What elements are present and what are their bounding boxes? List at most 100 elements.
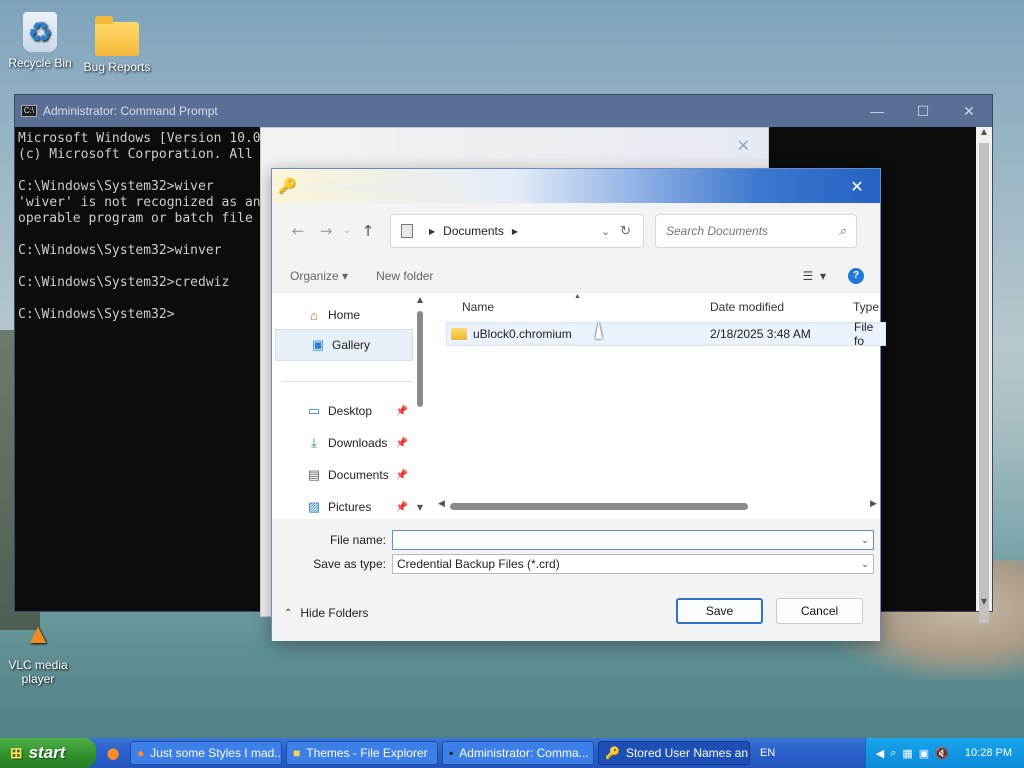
nav-item-home[interactable]: ⌂ Home [272, 299, 410, 331]
desktop-icon-vlc[interactable]: ▲ VLC media player [0, 614, 76, 686]
minimize-button[interactable]: — [854, 103, 900, 120]
nav-divider [282, 381, 412, 382]
file-list: ▲ Name Date modified Type uBlock0.chromi… [432, 293, 886, 519]
column-header-name[interactable]: Name [462, 300, 494, 314]
scroll-left-icon[interactable]: ◀ [438, 499, 445, 509]
search-icon[interactable]: ⌕ [890, 747, 896, 760]
back-arrow-icon[interactable]: ← [284, 222, 312, 240]
breadcrumb-documents[interactable]: Documents [443, 224, 504, 238]
cred-titlebar[interactable]: ✕ [261, 128, 768, 162]
dialog-titlebar[interactable]: 🔑 Save Backup File As ✕ [272, 169, 880, 203]
network-icon[interactable]: ▦ [902, 747, 912, 760]
task-button-file-explorer[interactable]: ■ Themes - File Explorer [286, 741, 438, 765]
start-button[interactable]: ⊞ start [0, 738, 96, 768]
command-bar: Organize ▾ New folder ☰ ▾ ? [272, 259, 880, 293]
desktop-icon-recycle-bin[interactable]: ♻ Recycle Bin [2, 12, 78, 70]
scroll-up-icon[interactable]: ▲ [414, 295, 426, 304]
horizontal-scrollbar[interactable]: ◀ ▶ [438, 499, 878, 511]
nav-item-gallery[interactable]: ▣ Gallery [275, 329, 413, 361]
maximize-button[interactable]: ☐ [900, 103, 946, 120]
close-button[interactable]: ✕ [834, 177, 880, 196]
close-button[interactable]: ✕ [737, 136, 750, 155]
cmd-title: Administrator: Command Prompt [43, 104, 218, 118]
breadcrumb-chevron-icon[interactable]: ▶ [512, 227, 518, 236]
scroll-up-icon[interactable]: ▲ [976, 127, 992, 141]
vlc-cone-icon: ▲ [24, 618, 52, 649]
column-header-type[interactable]: Type [853, 300, 879, 314]
sd-card-icon[interactable]: ▣ [919, 747, 929, 760]
save-type-row: Save as type: Credential Backup Files (*… [272, 553, 874, 575]
pin-icon: 📌 [395, 469, 408, 481]
nav-item-label: Pictures [328, 500, 372, 514]
nav-item-downloads[interactable]: ⤓ Downloads 📌 [272, 427, 410, 459]
pictures-icon: ▨ [307, 499, 321, 514]
system-tray: ◀ ⌕ ▦ ▣ 🔇 10:28 PM [864, 738, 1024, 768]
file-date: 2/18/2025 3:48 AM [710, 327, 811, 341]
nav-pane-scrollbar[interactable]: ▲ ▼ [414, 293, 426, 519]
volume-muted-icon[interactable]: 🔇 [935, 747, 949, 760]
dialog-footer: ⌃ Hide Folders Save Cancel [272, 589, 880, 641]
hide-folders-button[interactable]: ⌃ Hide Folders [284, 606, 368, 620]
save-form: File name: ⌄ Save as type: Credential Ba… [272, 519, 880, 589]
scroll-thumb[interactable] [979, 143, 989, 623]
file-name-input[interactable] [397, 533, 857, 547]
navigation-pane: ⌂ Home ▣ Gallery ▭ Desktop 📌 ⤓ Downloads… [272, 293, 432, 519]
help-icon[interactable]: ? [848, 267, 864, 284]
save-button[interactable]: Save [676, 598, 763, 624]
cmd-titlebar[interactable]: C:\ Administrator: Command Prompt — ☐ ✕ [15, 95, 992, 127]
key-icon: 🔑 [605, 746, 620, 760]
file-name-row: File name: ⌄ [272, 529, 874, 551]
new-folder-button[interactable]: New folder [376, 269, 433, 283]
column-header-date[interactable]: Date modified [710, 300, 784, 314]
firefox-icon[interactable]: ● [96, 744, 130, 762]
scroll-thumb[interactable] [450, 503, 748, 510]
folder-icon [451, 328, 467, 340]
nav-item-label: Gallery [332, 338, 371, 352]
pin-icon: 📌 [395, 437, 408, 449]
view-options-icon[interactable]: ☰ ▾ [803, 269, 826, 283]
cancel-button[interactable]: Cancel [776, 598, 863, 624]
scroll-right-icon[interactable]: ▶ [870, 499, 877, 509]
search-icon[interactable]: ⌕ [839, 223, 846, 239]
cmd-app-icon: ▪ [449, 746, 454, 760]
breadcrumb-chevron-icon[interactable]: ▶ [429, 227, 435, 236]
close-button[interactable]: ✕ [946, 103, 992, 120]
tray-expand-icon[interactable]: ◀ [876, 747, 884, 760]
recent-chevron-icon[interactable]: ⌄ [340, 226, 354, 236]
language-indicator[interactable]: EN [760, 747, 775, 759]
documents-location-icon [401, 224, 413, 238]
cmd-scrollbar[interactable]: ▲ ▼ [976, 127, 992, 623]
chevron-down-icon[interactable]: ⌄ [857, 535, 873, 546]
pin-icon: 📌 [395, 501, 408, 513]
nav-item-documents[interactable]: ▤ Documents 📌 [272, 459, 410, 491]
key-icon: 🔑 [278, 177, 297, 195]
up-arrow-icon[interactable]: ↑ [354, 222, 382, 240]
task-button-command-prompt[interactable]: ▪ Administrator: Comma... [442, 741, 594, 765]
file-name-combobox[interactable]: ⌄ [392, 530, 874, 550]
address-dropdown-icon[interactable]: ⌄ [601, 225, 610, 238]
scroll-down-icon[interactable]: ▼ [414, 503, 426, 512]
save-file-dialog[interactable]: 🔑 Save Backup File As ✕ ← → ⌄ ↑ ▶ Docume… [271, 168, 886, 641]
save-type-select[interactable]: Credential Backup Files (*.crd) ⌄ [392, 554, 874, 574]
file-type: File fo [854, 320, 874, 348]
clock[interactable]: 10:28 PM [965, 747, 1012, 759]
file-name: uBlock0.chromium [473, 327, 572, 341]
desktop-icon-bug-reports[interactable]: Bug Reports [79, 12, 155, 74]
dialog-content: ⌂ Home ▣ Gallery ▭ Desktop 📌 ⤓ Downloads… [272, 293, 886, 519]
task-button-firefox[interactable]: ● Just some Styles I mad... [130, 741, 282, 765]
search-input[interactable] [666, 224, 816, 238]
refresh-icon[interactable]: ↻ [620, 223, 631, 239]
task-label: Themes - File Explorer [306, 746, 428, 760]
address-bar[interactable]: ▶ Documents ▶ ⌄ ↻ [390, 214, 644, 248]
organize-button[interactable]: Organize ▾ [290, 269, 348, 283]
start-label: start [28, 743, 66, 762]
forward-arrow-icon[interactable]: → [312, 222, 340, 240]
nav-item-label: Desktop [328, 404, 373, 418]
task-button-credential-manager[interactable]: 🔑 Stored User Names an... [598, 741, 750, 765]
search-box[interactable]: ⌕ [655, 214, 857, 248]
chevron-down-icon[interactable]: ⌄ [857, 559, 873, 570]
scroll-thumb[interactable] [417, 311, 423, 407]
scroll-down-icon[interactable]: ▼ [976, 597, 992, 611]
nav-item-desktop[interactable]: ▭ Desktop 📌 [272, 395, 410, 427]
table-row[interactable]: uBlock0.chromium 2/18/2025 3:48 AM File … [446, 320, 886, 348]
